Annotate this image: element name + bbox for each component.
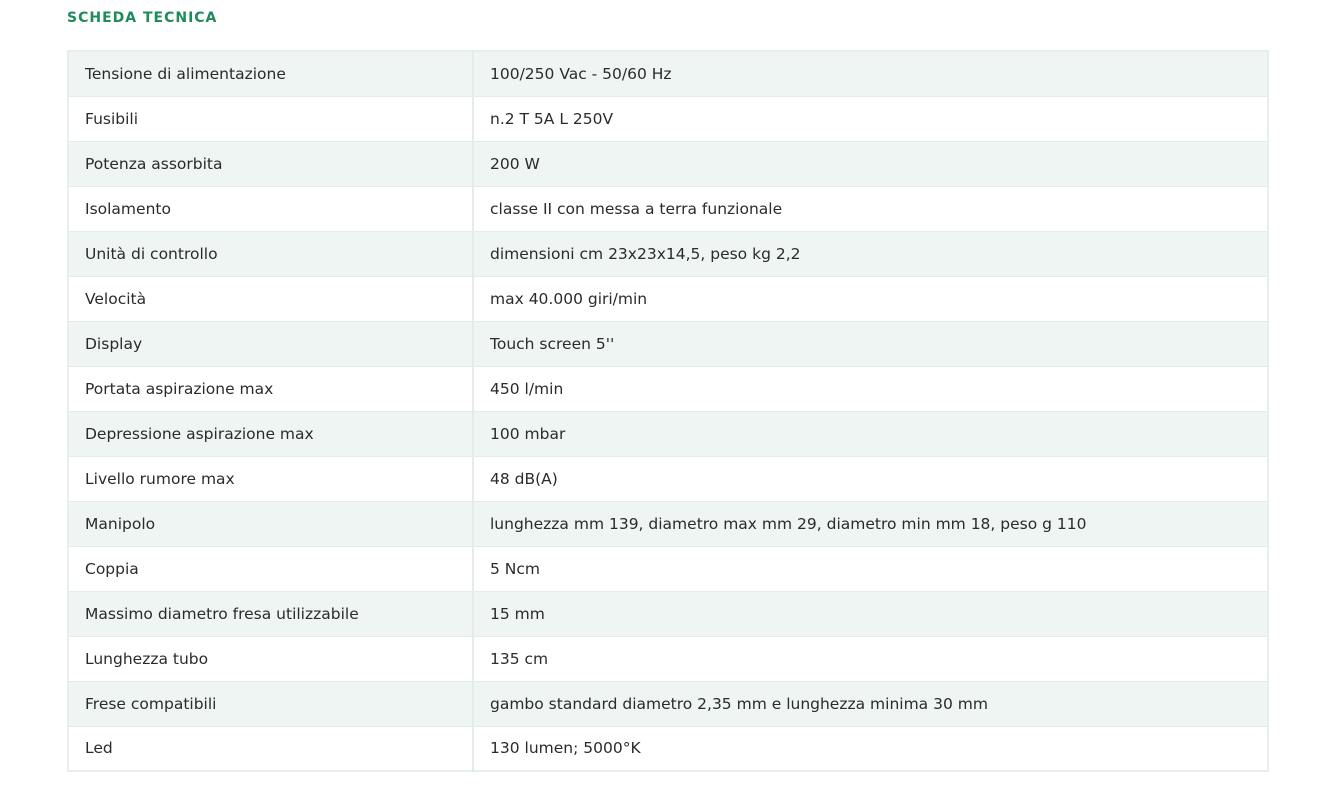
spec-value: 15 mm (473, 591, 1268, 637)
spec-row: Portata aspirazione max 450 l/min (68, 366, 1268, 412)
spec-value: gambo standard diametro 2,35 mm e lunghe… (473, 681, 1268, 727)
spec-row: Unità di controllo dimensioni cm 23x23x1… (68, 231, 1268, 277)
section-title: SCHEDA TECNICA (67, 10, 218, 26)
spec-label: Manipolo (68, 501, 474, 547)
spec-label: Lunghezza tubo (68, 636, 474, 682)
spec-row: Massimo diametro fresa utilizzabile 15 m… (68, 591, 1268, 637)
spec-value: dimensioni cm 23x23x14,5, peso kg 2,2 (473, 231, 1268, 277)
spec-row: Potenza assorbita 200 W (68, 141, 1268, 187)
spec-label: Massimo diametro fresa utilizzabile (68, 591, 474, 637)
spec-row: Coppia 5 Ncm (68, 546, 1268, 592)
spec-value: 48 dB(A) (473, 456, 1268, 502)
spec-value: 130 lumen; 5000°K (490, 739, 641, 758)
spec-value: lunghezza mm 139, diametro max mm 29, di… (473, 501, 1268, 547)
spec-value: max 40.000 giri/min (473, 276, 1268, 322)
spec-row: Depressione aspirazione max 100 mbar (68, 411, 1268, 457)
spec-row: Livello rumore max 48 dB(A) (68, 456, 1268, 502)
spec-row: Manipolo lunghezza mm 139, diametro max … (68, 501, 1268, 547)
spec-row: Led 130 lumen; 5000°K (68, 726, 1268, 771)
spec-label: Coppia (68, 546, 474, 592)
spec-label: Portata aspirazione max (68, 366, 474, 412)
spec-value: 100/250 Vac - 50/60 Hz (473, 51, 1268, 97)
spec-row: Lunghezza tubo 135 cm (68, 636, 1268, 682)
spec-value: 135 cm (473, 636, 1268, 682)
spec-value: 450 l/min (473, 366, 1268, 412)
spec-label: Display (68, 321, 474, 367)
spec-label: Velocità (68, 276, 474, 322)
spec-label: Livello rumore max (68, 456, 474, 502)
spec-value: 100 mbar (473, 411, 1268, 457)
spec-value: 5 Ncm (473, 546, 1268, 592)
spec-value: 200 W (473, 141, 1268, 187)
spec-value: Touch screen 5'' (473, 321, 1268, 367)
spec-row: Fusibili n.2 T 5A L 250V (68, 96, 1268, 142)
spec-row: Tensione di alimentazione 100/250 Vac - … (68, 51, 1268, 97)
spec-row: Isolamento classe II con messa a terra f… (68, 186, 1268, 232)
spec-value: n.2 T 5A L 250V (473, 96, 1268, 142)
spec-label: Potenza assorbita (68, 141, 474, 187)
spec-label: Frese compatibili (68, 681, 474, 727)
spec-label: Led (68, 726, 474, 771)
spec-value: classe II con messa a terra funzionale (473, 186, 1268, 232)
spec-label: Tensione di alimentazione (68, 51, 474, 97)
spec-table-body: Tensione di alimentazione 100/250 Vac - … (68, 51, 1268, 771)
spec-label: Depressione aspirazione max (68, 411, 474, 457)
spec-row: Display Touch screen 5'' (68, 321, 1268, 367)
spec-row: Velocità max 40.000 giri/min (68, 276, 1268, 322)
spec-label: Isolamento (68, 186, 474, 232)
spec-label: Unità di controllo (68, 231, 474, 277)
spec-table: Tensione di alimentazione 100/250 Vac - … (67, 50, 1269, 772)
spec-label: Fusibili (68, 96, 474, 142)
spec-row: Frese compatibili gambo standard diametr… (68, 681, 1268, 727)
